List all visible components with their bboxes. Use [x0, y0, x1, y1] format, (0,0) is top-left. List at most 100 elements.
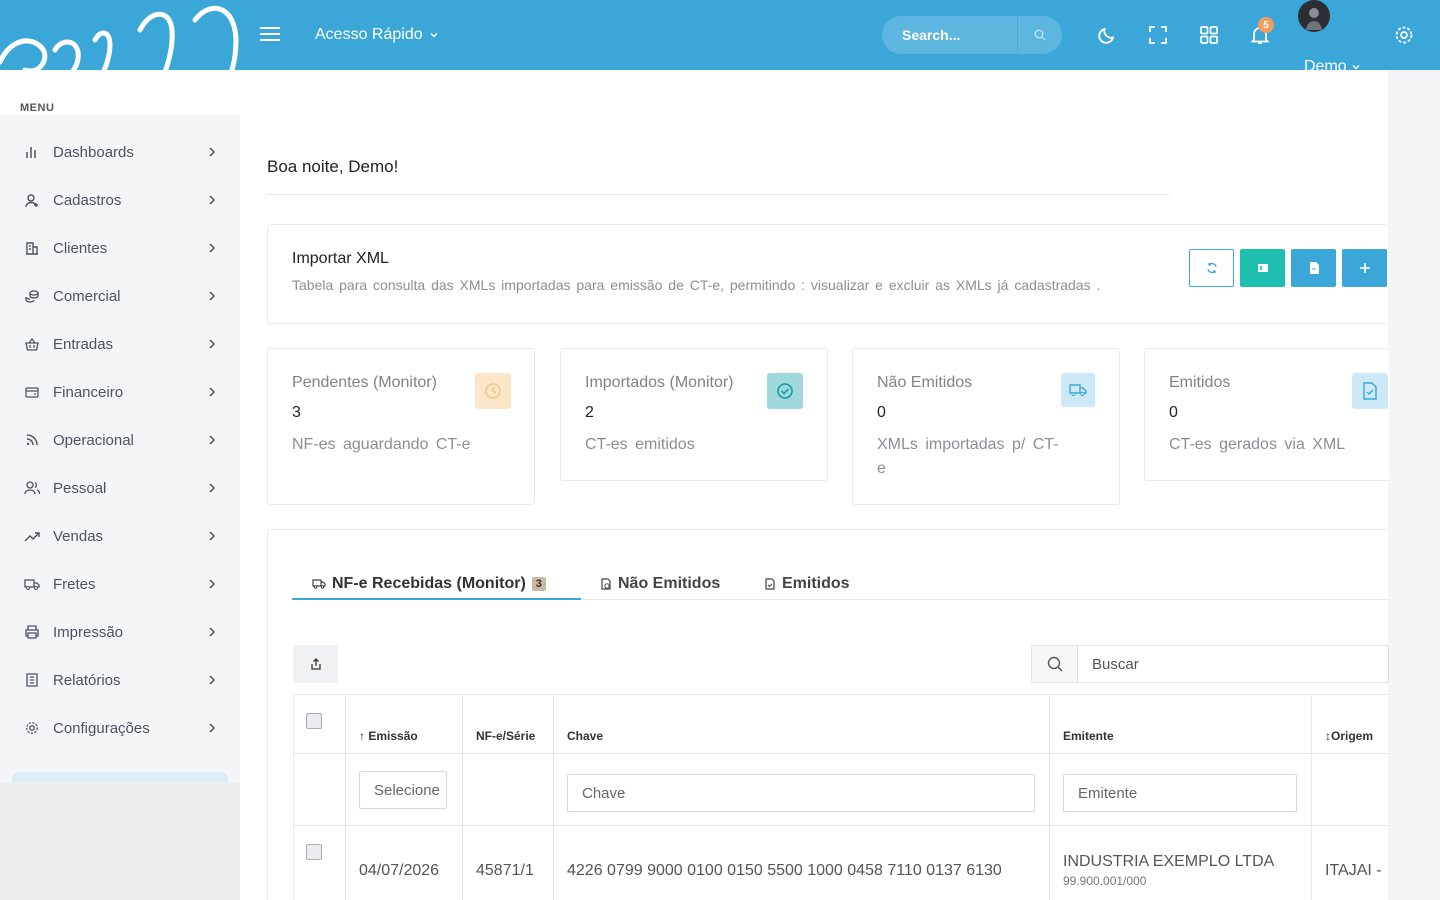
chevron-right-icon [209, 627, 216, 637]
sidebar-item-dashboards[interactable]: Dashboards [0, 128, 240, 176]
column-divider [553, 695, 554, 900]
emitente-filter-input[interactable]: Emitente [1063, 774, 1297, 812]
sidebar-item-financeiro[interactable]: Financeiro [0, 368, 240, 416]
sidebar-footer [0, 782, 240, 900]
chevron-right-icon [209, 579, 216, 589]
tab-label: NF-e Recebidas (Monitor) [332, 575, 526, 592]
export-button[interactable] [293, 645, 338, 683]
sidebar-item-relatorios[interactable]: Relatórios [0, 656, 240, 704]
sidebar-item-vendas[interactable]: Vendas [0, 512, 240, 560]
apps-grid-icon[interactable] [1199, 25, 1219, 45]
tab-bar: NF-e Recebidas (Monitor) 3 Não Emitidos … [292, 560, 1389, 600]
chevron-right-icon [209, 339, 216, 349]
quick-access-dropdown[interactable]: Acesso Rápido [315, 26, 439, 44]
chave-filter-input[interactable]: Chave [567, 774, 1035, 812]
hamburger-menu-icon[interactable] [260, 26, 280, 42]
stat-value: 0 [877, 404, 886, 421]
topbar: Acesso Rápido Search... 5 Demo [240, 0, 1440, 75]
column-divider [1311, 695, 1312, 900]
sidebar-item-configuracoes[interactable]: Configurações [0, 704, 240, 752]
tab-count-badge: 3 [531, 577, 546, 591]
tab-nao-emitidos[interactable]: Não Emitidos [600, 568, 720, 600]
column-header-emissao[interactable]: ↑ Emissão [359, 729, 418, 743]
user-plus-icon [24, 192, 40, 208]
stat-description: NF-es aguardando CT-e [292, 436, 471, 453]
active-tab-indicator [292, 598, 581, 600]
chevron-right-icon [209, 387, 216, 397]
import-file-button[interactable] [1291, 249, 1336, 287]
fullscreen-icon[interactable] [1148, 25, 1168, 45]
sidebar-item-label: Cadastros [53, 191, 122, 209]
check-circle-icon [767, 373, 803, 409]
file-dollar-icon [601, 578, 611, 590]
stat-title: Pendentes (Monitor) [292, 374, 437, 391]
stat-title: Não Emitidos [877, 374, 973, 391]
search-button[interactable] [1017, 16, 1062, 54]
avatar[interactable] [1298, 0, 1330, 32]
settings-gear-icon[interactable] [1394, 25, 1414, 45]
table-search-input[interactable]: Buscar [1078, 646, 1388, 682]
stat-value: 3 [292, 404, 301, 421]
column-divider [462, 695, 463, 900]
search-bar[interactable]: Search... [882, 16, 1062, 54]
sidebar-item-label: Configurações [53, 719, 150, 737]
tab-nfe-recebidas[interactable]: NF-e Recebidas (Monitor) 3 [312, 568, 546, 600]
sidebar-item-comercial[interactable]: Comercial [0, 272, 240, 320]
sidebar-item-pessoal[interactable]: Pessoal [0, 464, 240, 512]
sidebar-item-cadastros[interactable]: Cadastros [0, 176, 240, 224]
search-input[interactable]: Search... [882, 27, 1017, 43]
gear-icon [24, 720, 40, 736]
chevron-right-icon [209, 243, 216, 253]
sidebar-item-operacional[interactable]: Operacional [0, 416, 240, 464]
sidebar-item-impressao[interactable]: Impressão [0, 608, 240, 656]
sidebar-item-fretes[interactable]: Fretes [0, 560, 240, 608]
truck-icon [1061, 373, 1095, 407]
plus-icon [1359, 263, 1370, 273]
refresh-button[interactable] [1189, 249, 1234, 287]
add-button[interactable] [1342, 249, 1387, 287]
row-divider [293, 753, 1389, 754]
menu-label: MENU [20, 102, 55, 114]
column-header-chave[interactable]: Chave [567, 729, 603, 743]
sidebar-menu: Dashboards Cadastros Clientes Comercial … [0, 128, 240, 752]
sidebar-item-clientes[interactable]: Clientes [0, 224, 240, 272]
stat-description: CT-es gerados via XML [1169, 436, 1346, 453]
file-check-icon [1352, 373, 1388, 409]
stat-title: Emitidos [1169, 374, 1231, 391]
sidebar-item-label: Operacional [53, 431, 134, 449]
chevron-down-icon [1352, 65, 1360, 70]
tab-label: Não Emitidos [618, 575, 721, 592]
file-text-icon [24, 672, 40, 688]
cell-nf-serie: 45871/1 [476, 862, 534, 879]
column-header-emitente[interactable]: Emitente [1063, 729, 1114, 743]
column-header-origem[interactable]: ↕Origem [1325, 729, 1373, 743]
rss-icon [24, 432, 40, 448]
emissao-filter-select[interactable]: Selecione [359, 771, 447, 809]
nfe-table-card: NF-e Recebidas (Monitor) 3 Não Emitidos … [267, 529, 1389, 900]
chevron-right-icon [209, 531, 216, 541]
user-menu[interactable]: Demo [1304, 58, 1361, 76]
column-header-nf-serie[interactable]: NF-e/Série [476, 729, 535, 743]
chevron-right-icon [209, 291, 216, 301]
chevron-right-icon [209, 723, 216, 733]
sidebar-item-label: Fretes [53, 575, 96, 593]
truck-icon [312, 579, 326, 589]
row-checkbox[interactable] [306, 844, 322, 860]
sidebar-item-label: Pessoal [53, 479, 107, 497]
tab-emitidos[interactable]: Emitidos [764, 568, 850, 600]
moon-icon[interactable] [1097, 25, 1117, 45]
stat-card-pendentes: Pendentes (Monitor) 3 NF-es aguardando C… [267, 348, 535, 505]
building-icon [24, 240, 40, 256]
refresh-icon [1206, 262, 1217, 274]
cell-emissao: 04/07/2026 [359, 862, 440, 879]
search-button[interactable] [1032, 646, 1078, 682]
sidebar-item-label: Clientes [53, 239, 108, 257]
sidebar-item-entradas[interactable]: Entradas [0, 320, 240, 368]
select-all-checkbox[interactable] [306, 713, 322, 729]
excel-export-button[interactable] [1240, 249, 1285, 287]
brand-logo[interactable] [0, 0, 240, 115]
coins-icon [24, 288, 40, 304]
cell-chave[interactable]: 4226 0799 9000 0100 0150 5500 1000 0458 … [567, 862, 1002, 880]
file-icon [1309, 262, 1319, 274]
basket-icon [24, 336, 40, 352]
